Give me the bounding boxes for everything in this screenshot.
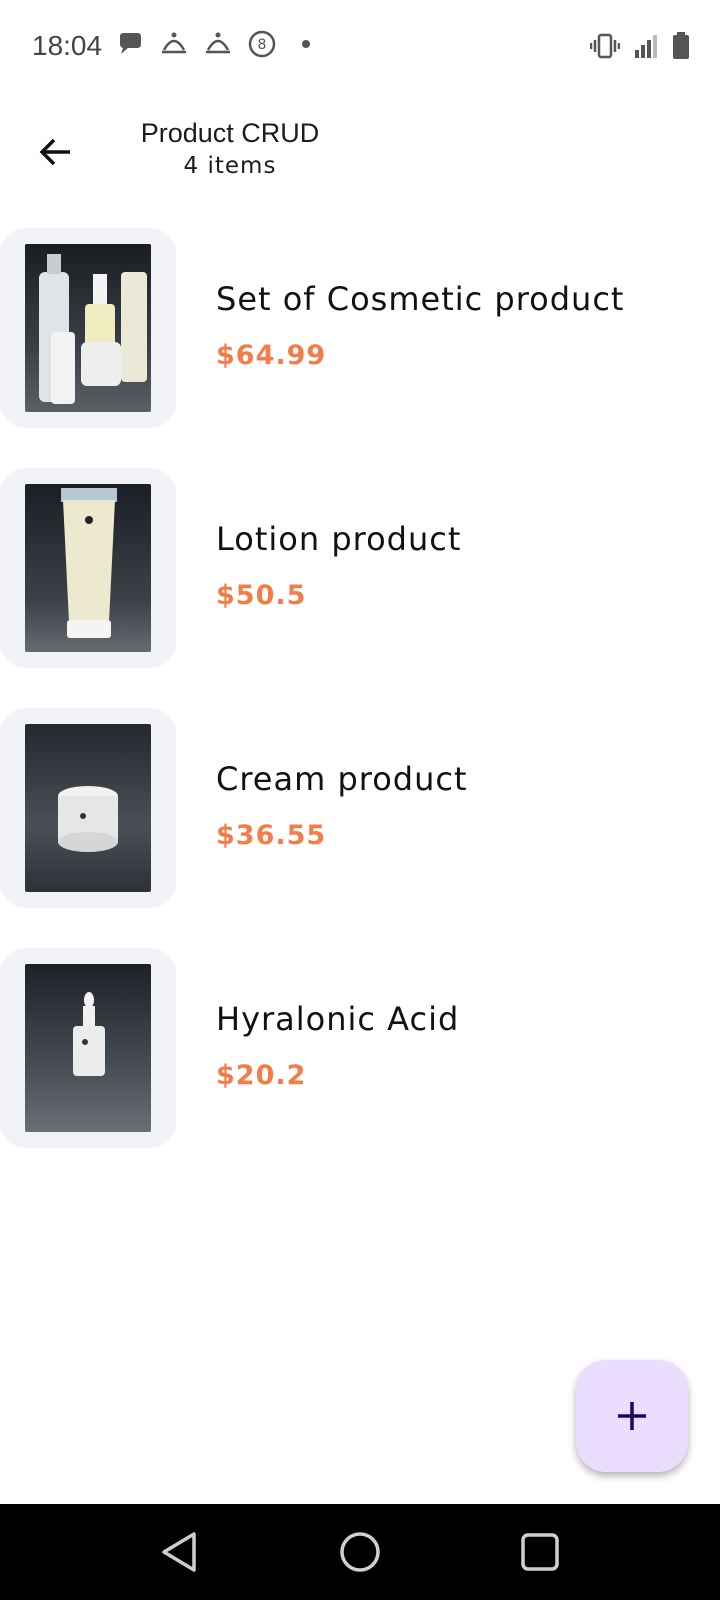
lamp-icon [160,30,188,58]
product-thumbnail-card [0,708,176,908]
plus-icon [618,1402,646,1430]
dot-icon [292,30,320,58]
back-button[interactable] [30,126,82,178]
status-bar: 18:04 8 [0,0,720,96]
title-block: Product CRUD 4 items [110,118,350,179]
product-name: Hyralonic Acid [216,1000,460,1038]
notification-icons: 8 [116,30,320,58]
back-triangle-icon [162,1532,196,1572]
recents-square-icon [521,1533,559,1571]
nav-back-button[interactable] [158,1530,202,1574]
product-thumbnail-card [0,228,176,428]
nav-home-button[interactable] [338,1530,382,1574]
battery-icon [672,32,690,65]
product-price: $20.2 [216,1060,307,1091]
product-name: Lotion product [216,520,462,558]
product-thumbnail-card [0,948,176,1148]
product-image-hyaluronic [25,964,151,1132]
add-product-button[interactable] [576,1360,688,1472]
product-image-cosmetic-set [25,244,151,412]
page-title: Product CRUD [140,118,320,148]
product-item[interactable]: Lotion product $50.5 [0,468,720,708]
product-price: $36.55 [216,820,327,851]
home-circle-icon [340,1532,380,1572]
svg-text:8: 8 [258,37,267,53]
product-name: Cream product [216,760,468,798]
app-bar: Product CRUD 4 items [0,96,720,206]
product-item[interactable]: Cream product $36.55 [0,708,720,948]
nav-recents-button[interactable] [518,1530,562,1574]
vibrate-icon [589,32,621,65]
product-name: Set of Cosmetic product [216,280,625,318]
status-time: 18:04 [32,30,103,61]
arrow-left-icon [39,138,70,166]
system-nav-bar [0,1504,720,1600]
system-status-icons [589,32,690,65]
chat-icon [116,30,144,58]
circled-8-icon: 8 [248,30,276,58]
product-item[interactable]: Set of Cosmetic product $64.99 [0,228,720,468]
product-item[interactable]: Hyralonic Acid $20.2 [0,948,720,1188]
lamp-icon [204,30,232,58]
product-list: Set of Cosmetic product $64.99 Lotion pr… [0,228,720,1188]
product-image-cream [25,724,151,892]
product-price: $64.99 [216,340,327,371]
product-price: $50.5 [216,580,307,611]
product-image-lotion [25,484,151,652]
item-count: 4 items [183,153,277,179]
signal-icon [634,32,658,65]
product-thumbnail-card [0,468,176,668]
